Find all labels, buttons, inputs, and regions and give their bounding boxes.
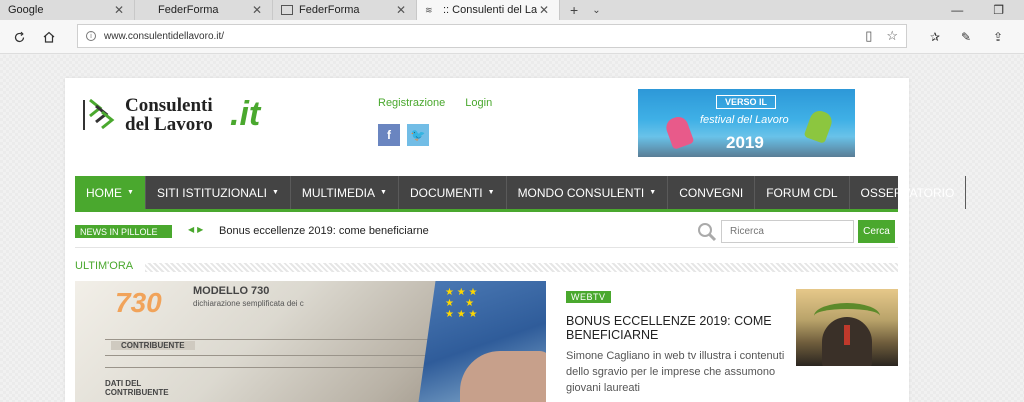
search-icon bbox=[698, 223, 717, 242]
menu-label: MULTIMEDIA bbox=[301, 185, 376, 200]
home-icon[interactable] bbox=[40, 28, 58, 46]
restore-icon[interactable]: ❐ bbox=[993, 3, 1004, 17]
menu-multimedia[interactable]: MULTIMEDIA ▼ bbox=[291, 176, 399, 209]
form-number: 730 bbox=[115, 287, 162, 318]
caret-down-icon: ▼ bbox=[487, 189, 495, 196]
social-links: f 🐦 bbox=[378, 124, 429, 146]
caret-down-icon: ▼ bbox=[271, 189, 279, 196]
menu-label: OSSERVATORIO bbox=[860, 185, 955, 200]
menu-label: MONDO CONSULENTI bbox=[517, 185, 645, 200]
form-subtitle: dichiarazione semplificata dei c bbox=[193, 299, 304, 308]
close-icon[interactable]: ✕ bbox=[112, 3, 126, 17]
festival-banner[interactable]: VERSO IL festival del Lavoro 2019 bbox=[638, 89, 855, 157]
tab-title: :: Consulenti del Lavoro bbox=[443, 4, 537, 16]
featured-image[interactable]: 730 MODELLO 730 dichiarazione semplifica… bbox=[75, 281, 546, 402]
menu-convegni[interactable]: CONVEGNI bbox=[668, 176, 756, 209]
eu-stars-icon: ★ ★ ★ ★ ★ ★ ★ ★ bbox=[445, 287, 478, 320]
minimize-icon[interactable]: — bbox=[951, 3, 963, 17]
menu-label: HOME bbox=[86, 185, 122, 200]
caret-down-icon: ▼ bbox=[649, 189, 657, 196]
hand-graphic-icon bbox=[663, 114, 695, 150]
ticker-arrows-icon[interactable]: ◀▶ bbox=[188, 225, 206, 234]
close-icon[interactable]: ✕ bbox=[394, 3, 408, 17]
site-favicon-icon: ≋ bbox=[425, 5, 433, 15]
ultimora-section-header: ULTIM'ORA bbox=[75, 260, 898, 274]
article-title[interactable]: BONUS ECCELLENZE 2019: COME BENEFICIARNE bbox=[566, 314, 776, 342]
banner-top-label: VERSO IL bbox=[716, 95, 776, 109]
search-button[interactable]: Cerca bbox=[858, 220, 895, 243]
site-container: Consulenti del Lavoro .it Registrazione … bbox=[65, 78, 967, 402]
twitter-icon[interactable]: 🐦 bbox=[407, 124, 429, 146]
address-bar-area: i www.consulentidellavoro.it/ ▯ ☆ ✰ ✎ ⇪ bbox=[0, 20, 1024, 54]
logo-suffix: .it bbox=[230, 95, 261, 133]
tab-google[interactable]: Google ✕ bbox=[0, 0, 135, 20]
caret-down-icon: ▼ bbox=[380, 189, 387, 196]
logo-line2: del Lavoro bbox=[125, 114, 213, 135]
close-icon[interactable]: ✕ bbox=[537, 3, 551, 17]
site-logo[interactable]: Consulenti del Lavoro .it bbox=[80, 94, 280, 142]
article-description: Simone Cagliano in web tv illustra i con… bbox=[566, 350, 785, 394]
ribbon-graphic bbox=[844, 325, 850, 345]
new-tab-icon[interactable]: + bbox=[570, 2, 578, 18]
url-field[interactable]: i www.consulentidellavoro.it/ ▯ ☆ bbox=[77, 24, 907, 48]
reading-view-icon[interactable]: ▯ bbox=[865, 28, 872, 44]
tab-title: FederForma bbox=[158, 4, 219, 16]
menu-forum-cdl[interactable]: FORUM CDL bbox=[755, 176, 850, 209]
form-contribuente: CONTRIBUENTE bbox=[111, 341, 195, 350]
chevron-down-icon[interactable]: ⌄ bbox=[592, 5, 600, 16]
close-icon[interactable]: ✕ bbox=[250, 3, 264, 17]
ultimora-label: ULTIM'ORA bbox=[75, 260, 142, 272]
search-input[interactable] bbox=[721, 220, 854, 243]
article-thumbnail[interactable] bbox=[796, 289, 898, 366]
caret-down-icon: ▼ bbox=[127, 189, 134, 196]
banner-title: festival del Lavoro bbox=[700, 114, 789, 126]
form-line bbox=[105, 355, 425, 356]
logo-line1: Consulenti bbox=[125, 95, 213, 116]
striped-divider bbox=[145, 263, 898, 272]
menu-osservatorio[interactable]: OSSERVATORIO bbox=[850, 176, 967, 209]
tab-federforma-2[interactable]: FederForma ✕ bbox=[273, 0, 417, 20]
page-icon bbox=[281, 5, 293, 15]
logo-text: Consulenti del Lavoro bbox=[125, 96, 213, 134]
news-label: NEWS IN PILLOLE bbox=[75, 225, 172, 238]
news-headline[interactable]: Bonus eccellenze 2019: come beneficiarne bbox=[219, 225, 429, 237]
browser-tab-bar: Google ✕ FederForma ✕ FederForma ✕ ≋ :: … bbox=[0, 0, 1024, 20]
page-background: Consulenti del Lavoro .it Registrazione … bbox=[0, 55, 1024, 402]
info-icon[interactable]: i bbox=[86, 31, 96, 41]
main-menu: HOME ▼ SITI ISTITUZIONALI ▼ MULTIMEDIA ▼ DO… bbox=[75, 176, 967, 212]
menu-label: DOCUMENTI bbox=[409, 185, 483, 200]
form-title: MODELLO 730 bbox=[193, 285, 270, 297]
refresh-icon[interactable] bbox=[10, 28, 28, 46]
form-line bbox=[105, 339, 435, 340]
pen-icon[interactable]: ✎ bbox=[957, 28, 975, 46]
favorite-star-icon[interactable]: ☆ bbox=[886, 28, 898, 44]
menu-label: FORUM CDL bbox=[766, 185, 838, 200]
menu-home[interactable]: HOME ▼ bbox=[75, 176, 146, 209]
tab-title: Google bbox=[8, 4, 44, 16]
hand-graphic-icon bbox=[803, 108, 835, 144]
category-badge[interactable]: WEBTV bbox=[566, 291, 611, 303]
menu-label: CONVEGNI bbox=[679, 185, 744, 200]
menu-documenti[interactable]: DOCUMENTI ▼ bbox=[399, 176, 507, 209]
banner-year: 2019 bbox=[726, 133, 764, 152]
logo-mark-icon bbox=[83, 98, 115, 130]
facebook-icon[interactable]: f bbox=[378, 124, 400, 146]
tab-consulenti[interactable]: ≋ :: Consulenti del Lavoro ✕ bbox=[417, 0, 560, 20]
menu-siti-istituzionali[interactable]: SITI ISTITUZIONALI ▼ bbox=[146, 176, 291, 209]
url-text: www.consulentidellavoro.it/ bbox=[104, 30, 225, 42]
favorites-icon[interactable]: ✰ bbox=[926, 28, 944, 46]
form-dati: DATI DEL CONTRIBUENTE bbox=[105, 379, 169, 397]
tab-federforma-1[interactable]: FederForma ✕ bbox=[135, 0, 273, 20]
news-ticker: NEWS IN PILLOLE ◀▶ Bonus eccellenze 2019… bbox=[75, 218, 898, 248]
form-line bbox=[105, 367, 425, 368]
registrazione-link[interactable]: Registrazione bbox=[378, 97, 445, 109]
account-links: Registrazione Login bbox=[378, 97, 492, 109]
share-icon[interactable]: ⇪ bbox=[989, 28, 1007, 46]
login-link[interactable]: Login bbox=[465, 97, 492, 109]
tab-title: FederForma bbox=[299, 4, 360, 16]
menu-label: SITI ISTITUZIONALI bbox=[156, 185, 267, 200]
menu-mondo-consulenti[interactable]: MONDO CONSULENTI ▼ bbox=[507, 176, 669, 209]
